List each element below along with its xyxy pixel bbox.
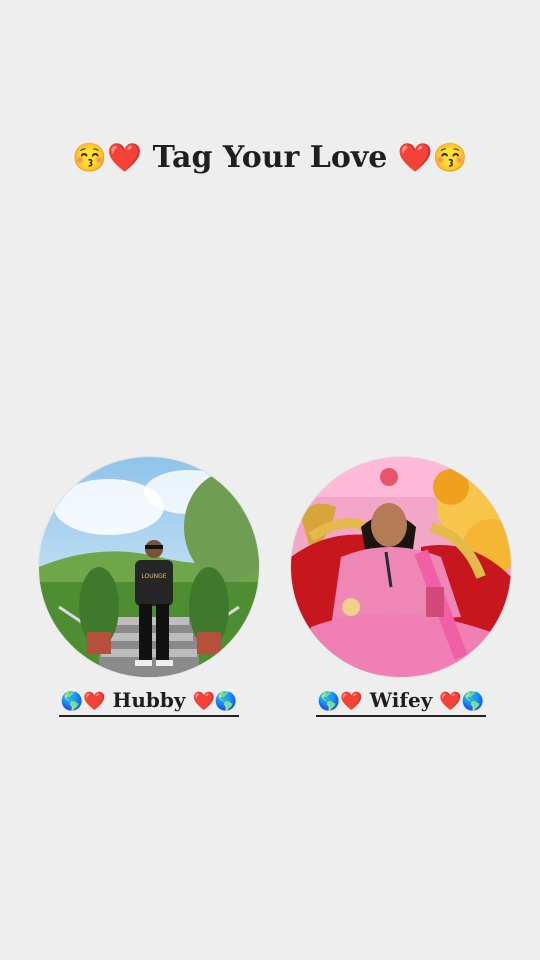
shirt-text: LOUNGE — [141, 573, 166, 580]
hubby-photo: LOUNGE — [39, 457, 259, 677]
wifey-card[interactable]: 🌎❤️ Wifey ❤️🌎 — [290, 456, 512, 717]
heart-kiss-emoji-right: ❤️😚 — [397, 141, 468, 174]
heart-globe-emoji-right: ❤️🌎 — [192, 691, 238, 712]
wifey-caption: 🌎❤️ Wifey ❤️🌎 — [315, 688, 487, 717]
globe-heart-emoji-left: 🌎❤️ — [317, 691, 363, 712]
wifey-photo — [291, 457, 511, 677]
wifey-label: Wifey — [369, 688, 433, 712]
page-title: 😚❤️ Tag Your Love ❤️😚 — [0, 140, 540, 175]
heart-globe-emoji-right: ❤️🌎 — [439, 691, 485, 712]
title-text: Tag Your Love — [152, 140, 388, 175]
kiss-heart-emoji-left: 😚❤️ — [72, 141, 143, 174]
globe-heart-emoji-left: 🌎❤️ — [60, 691, 106, 712]
hubby-caption: 🌎❤️ Hubby ❤️🌎 — [58, 688, 240, 717]
wifey-avatar[interactable] — [290, 456, 512, 678]
hubby-card[interactable]: LOUNGE 🌎❤️ Hubby ❤️🌎 — [38, 456, 260, 717]
hubby-avatar[interactable]: LOUNGE — [38, 456, 260, 678]
hubby-label: Hubby — [112, 688, 186, 712]
